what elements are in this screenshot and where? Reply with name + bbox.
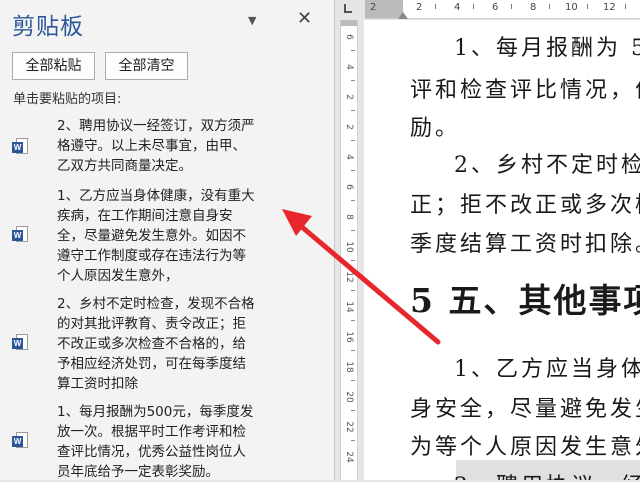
annotation-arrow <box>282 209 441 345</box>
